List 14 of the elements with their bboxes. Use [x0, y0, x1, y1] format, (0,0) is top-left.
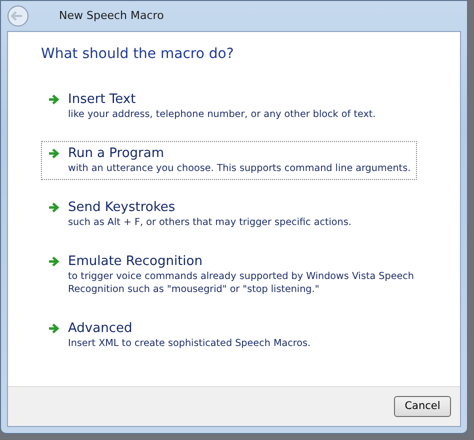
arrow-icon — [48, 256, 60, 267]
option-link[interactable]: Advanced Insert XML to create sophisticated Speech Macros. — [41, 316, 417, 355]
arrow-icon — [48, 202, 60, 213]
option-link[interactable]: Send Keystrokes such as Alt + F, or others that may trigger specific actions. — [41, 195, 417, 234]
arrow-icon — [48, 323, 60, 334]
arrow-icon — [48, 148, 60, 159]
option-link[interactable]: Run a Program with an utterance you choose. This supports command line arguments. — [41, 141, 417, 180]
page-heading: What should the macro do? — [41, 45, 235, 64]
window-title: New Speech Macro — [59, 8, 164, 24]
option-link[interactable]: Insert Text like your address, telephone number, or any other block of text. — [41, 87, 417, 126]
back-icon[interactable] — [7, 5, 29, 27]
arrow-icon — [48, 94, 60, 105]
option-link[interactable]: Emulate Recognition to trigger voice commands already supported by Windows Vista Speech Recognition such as "mousegrid" or "stop listening." — [41, 249, 417, 301]
cancel-button[interactable]: Cancel — [394, 396, 451, 418]
